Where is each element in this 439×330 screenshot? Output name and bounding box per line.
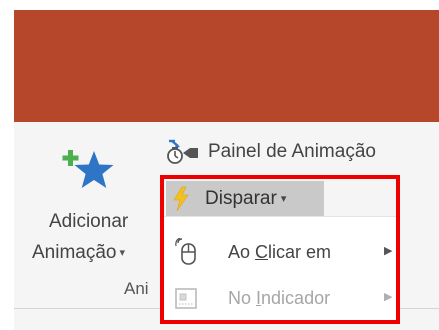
add-animation-label-text: Animação	[32, 242, 117, 263]
animation-pane-label: Painel de Animação	[208, 141, 376, 162]
add-animation-label-line2: Animação ▾	[32, 242, 125, 264]
title-bar	[14, 10, 439, 122]
add-animation-button[interactable]: Adicionar Animação ▾	[30, 133, 162, 293]
animation-pane-icon	[167, 139, 198, 164]
red-highlight-box	[160, 175, 400, 324]
add-animation-label-line1: Adicionar	[49, 211, 129, 232]
animation-pane-button[interactable]: Painel de Animação	[166, 137, 376, 167]
add-animation-caret-icon: ▾	[119, 247, 126, 259]
animation-group-label: Ani	[124, 279, 149, 298]
add-animation-star-icon	[62, 150, 114, 188]
